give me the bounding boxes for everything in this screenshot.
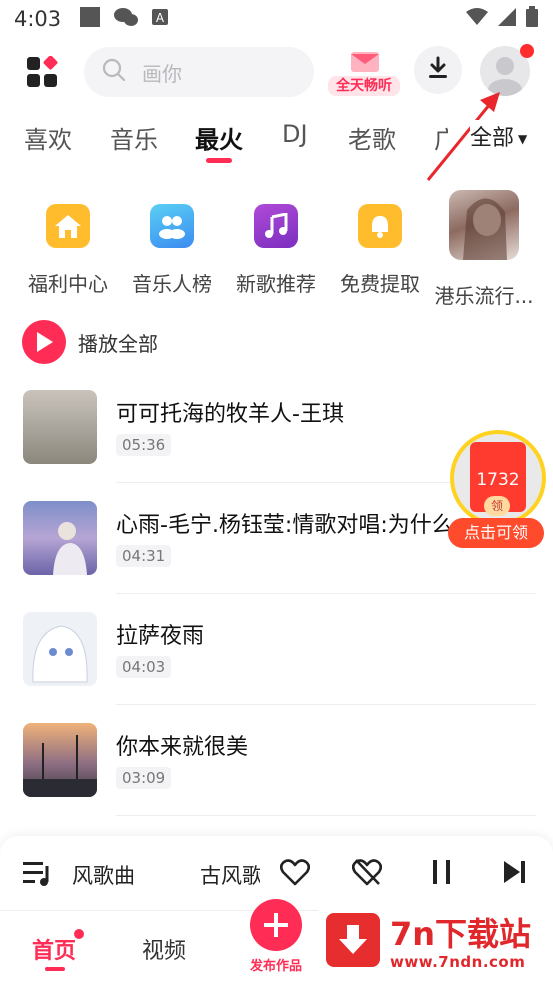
search-icon	[102, 58, 126, 86]
song-title: 拉萨夜雨	[116, 624, 205, 649]
nav-video[interactable]: 视频	[142, 933, 186, 965]
tab-dj[interactable]: DJ	[282, 120, 308, 148]
shortcut-label: 音乐人榜	[132, 272, 212, 296]
song-duration: 03:09	[116, 767, 172, 789]
vip-label: 全天畅听	[328, 76, 400, 96]
reward-count: 1732	[476, 470, 520, 490]
plus-icon	[250, 899, 302, 951]
home-icon	[46, 204, 90, 248]
app-a-icon: A	[151, 7, 169, 31]
song-row[interactable]: 拉萨夜雨 04:03	[0, 612, 553, 722]
download-button[interactable]	[414, 46, 462, 94]
download-icon	[426, 56, 450, 84]
shortcut-free-extract[interactable]: 免费提取	[328, 190, 432, 297]
reward-badge: 领	[484, 496, 510, 516]
vip-listen-button[interactable]: 全天畅听	[328, 46, 400, 100]
watermark-title: 7n下载站	[390, 915, 532, 953]
play-icon	[22, 320, 66, 364]
active-tab-indicator	[206, 158, 232, 163]
tab-oldies[interactable]: 老歌	[348, 120, 396, 155]
publish-label: 发布作品	[249, 959, 302, 974]
song-duration: 04:03	[116, 656, 172, 678]
reward-coin-widget[interactable]: 1732 领 点击可领	[448, 430, 548, 550]
app-screen: 4:03 A 画你 全天畅听 喜欢 音乐 最火 DJ 老歌 广 全部 ▼ 福利中…	[0, 0, 553, 984]
notification-square-icon	[79, 6, 101, 33]
home-notification-dot	[74, 929, 84, 939]
song-cover-image	[23, 612, 97, 686]
pause-icon[interactable]	[430, 859, 454, 889]
shortcut-welfare-center[interactable]: 福利中心	[16, 190, 120, 297]
bell-icon	[358, 204, 402, 248]
vip-envelope-icon	[350, 46, 380, 80]
song-title: 心雨-毛宁.杨钰莹:情歌对唱:为什么	[116, 513, 454, 538]
song-cover-image	[23, 723, 97, 797]
wifi-icon	[465, 7, 489, 32]
category-tabs: 喜欢 音乐 最火 DJ 老歌 广 全部 ▼	[0, 116, 553, 166]
playlist-icon[interactable]	[22, 860, 52, 890]
song-duration: 04:31	[116, 545, 172, 567]
shortcut-new-songs[interactable]: 新歌推荐	[224, 190, 328, 297]
shortcut-row: 福利中心 音乐人榜 新歌推荐 免费提取 港乐流行...	[0, 190, 553, 308]
apps-menu-icon[interactable]	[26, 55, 58, 88]
shortcut-label: 免费提取	[340, 272, 420, 296]
active-nav-indicator	[45, 967, 65, 971]
tab-all-dropdown[interactable]: 全部 ▼	[470, 120, 528, 152]
play-all-button[interactable]: 播放全部	[22, 320, 158, 364]
battery-icon	[525, 5, 539, 33]
divider	[116, 815, 536, 816]
signal-icon	[497, 7, 517, 32]
users-icon	[150, 204, 194, 248]
shortcut-musician-chart[interactable]: 音乐人榜	[120, 190, 224, 297]
song-title: 可可托海的牧羊人-王琪	[116, 402, 344, 427]
search-placeholder: 画你	[142, 61, 182, 86]
site-watermark: 7n下载站 www.7ndn.com	[318, 895, 553, 984]
shortcut-label: 港乐流行...	[434, 284, 534, 308]
search-input[interactable]: 画你	[84, 47, 314, 97]
divider	[116, 704, 536, 705]
dislike-icon[interactable]	[351, 858, 383, 890]
play-all-label: 播放全部	[78, 331, 158, 356]
music-note-icon	[254, 204, 298, 248]
tab-all-label: 全部	[470, 126, 515, 151]
download-arrow-logo-icon	[326, 913, 380, 967]
publish-button[interactable]: 发布作品	[244, 899, 308, 974]
song-cover-image	[23, 390, 97, 464]
tab-hottest[interactable]: 最火	[195, 120, 243, 155]
like-icon[interactable]	[279, 858, 311, 890]
status-bar: 4:03 A	[0, 0, 553, 38]
svg-text:A: A	[156, 11, 165, 25]
caret-down-icon: ▼	[518, 132, 528, 146]
shortcut-label: 新歌推荐	[236, 272, 316, 296]
shortcut-label: 福利中心	[28, 272, 108, 296]
divider	[116, 593, 536, 594]
next-song-title[interactable]: 古风歌	[200, 860, 260, 890]
song-cover-image	[23, 501, 97, 575]
shortcut-canto-pop[interactable]: 港乐流行...	[432, 190, 536, 309]
now-playing-title[interactable]: 风歌曲	[72, 860, 135, 890]
avatar-notification-dot	[520, 44, 534, 58]
status-time: 4:03	[14, 7, 62, 31]
watermark-url: www.7ndn.com	[390, 953, 526, 971]
claim-reward-button[interactable]: 点击可领	[448, 518, 544, 548]
canto-pop-cover-image	[449, 190, 519, 260]
wechat-icon	[113, 6, 139, 33]
tab-partial[interactable]: 广	[434, 120, 448, 155]
next-track-icon[interactable]	[502, 859, 528, 889]
tab-likes[interactable]: 喜欢	[24, 120, 72, 155]
song-title: 你本来就很美	[116, 735, 249, 760]
nav-home[interactable]: 首页	[32, 933, 76, 965]
song-duration: 05:36	[116, 434, 172, 456]
song-row[interactable]: 你本来就很美 03:09	[0, 723, 553, 833]
tab-music[interactable]: 音乐	[110, 120, 158, 155]
